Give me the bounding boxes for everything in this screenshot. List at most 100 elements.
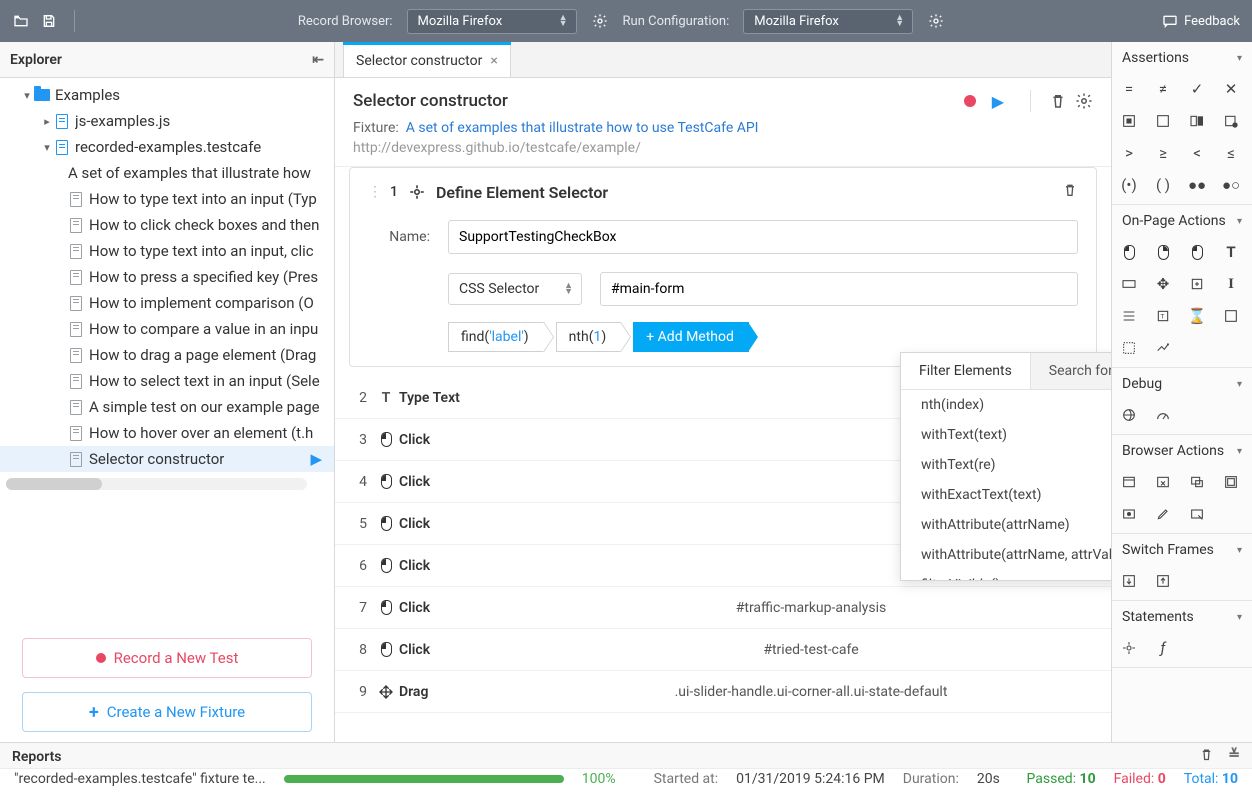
tree-test-item[interactable]: How to type text into an input (Typ xyxy=(0,186,334,212)
step-row[interactable]: 9Drag.ui-slider-handle.ui-corner-all.ui-… xyxy=(335,671,1111,713)
selector-type-select[interactable]: CSS Selector ▲▼ xyxy=(448,273,582,305)
action-dragto-icon[interactable] xyxy=(1186,273,1208,295)
panel-debug-head[interactable]: Debug▾ xyxy=(1112,368,1252,400)
record-browser-settings-icon[interactable] xyxy=(591,12,609,30)
dropdown-item[interactable]: withExactText(text) xyxy=(901,480,1112,510)
tree-folder-examples[interactable]: ▾ Examples xyxy=(0,82,334,108)
panel-browser-head[interactable]: Browser Actions▾ xyxy=(1112,435,1252,467)
delete-steps-icon[interactable] xyxy=(1049,92,1067,110)
action-rightclick-icon[interactable] xyxy=(1152,241,1174,263)
tree-file-js-examples[interactable]: ▸ js-examples.js xyxy=(0,108,334,134)
drag-handle-icon[interactable]: ⋮ xyxy=(368,184,380,200)
action-drag-icon[interactable]: ✥ xyxy=(1152,273,1174,295)
debug-screenshot-icon[interactable] xyxy=(1118,404,1140,426)
dropdown-item[interactable]: nth(index) xyxy=(901,390,1112,420)
assert-ok-icon[interactable]: ✓ xyxy=(1186,78,1208,100)
reports-clear-icon[interactable] xyxy=(1199,747,1214,766)
tree-test-item[interactable]: How to hover over an element (t.h xyxy=(0,420,334,446)
stmt-define-selector-icon[interactable] xyxy=(1118,637,1140,659)
action-upload-icon[interactable] xyxy=(1118,337,1140,359)
browser-clear-icon[interactable] xyxy=(1186,503,1208,525)
assert-gt-icon[interactable]: > xyxy=(1118,142,1140,164)
step-row[interactable]: 8Click#tried-test-cafe xyxy=(335,629,1111,671)
frame-main-icon[interactable] xyxy=(1152,570,1174,592)
feedback-button[interactable]: Feedback xyxy=(1162,13,1240,29)
assert-lte-icon[interactable]: ≤ xyxy=(1220,142,1242,164)
dropdown-tab-search-related[interactable]: Search for Related Elements xyxy=(1031,353,1112,389)
assert-gte-icon[interactable]: ≥ xyxy=(1152,142,1174,164)
step-row[interactable]: 7Click#traffic-markup-analysis xyxy=(335,587,1111,629)
tree-test-item[interactable]: How to press a specified key (Pres xyxy=(0,264,334,290)
collapse-panel-icon[interactable]: ⇤ xyxy=(312,52,324,68)
panel-assertions-head[interactable]: Assertions▾ xyxy=(1112,42,1252,74)
assert-not-contains-icon[interactable] xyxy=(1152,110,1174,132)
selector-value-input[interactable] xyxy=(600,272,1078,306)
assert-within-icon[interactable]: (•) xyxy=(1118,174,1140,196)
fixture-link[interactable]: A set of examples that illustrate how to… xyxy=(406,120,759,136)
action-wait-icon[interactable]: ⌛ xyxy=(1186,305,1208,327)
action-hover-icon[interactable] xyxy=(1220,305,1242,327)
delete-step-icon[interactable] xyxy=(1062,182,1078,202)
method-chip-nth[interactable]: nth(1) xyxy=(556,322,622,352)
assert-not-equals-icon[interactable]: ≠ xyxy=(1152,78,1174,100)
panel-statements-head[interactable]: Statements▾ xyxy=(1112,601,1252,633)
run-config-select[interactable]: Mozilla Firefox ▲▼ xyxy=(743,9,913,34)
browser-maximize-icon[interactable] xyxy=(1220,471,1242,493)
browser-close-icon[interactable] xyxy=(1152,471,1174,493)
record-test-icon[interactable] xyxy=(964,95,976,107)
save-icon[interactable] xyxy=(40,12,58,30)
panel-frames-head[interactable]: Switch Frames▾ xyxy=(1112,534,1252,566)
dropdown-tab-filter[interactable]: Filter Elements xyxy=(901,353,1031,389)
tree-test-item[interactable]: How to drag a page element (Drag xyxy=(0,342,334,368)
editor-settings-icon[interactable] xyxy=(1075,92,1093,110)
tree-file-recorded-examples[interactable]: ▾ recorded-examples.testcafe xyxy=(0,134,334,160)
reports-collapse-icon[interactable]: ≚ xyxy=(1228,747,1240,766)
browser-screenshot-icon[interactable] xyxy=(1118,503,1140,525)
dropdown-item[interactable]: withText(re) xyxy=(901,450,1112,480)
assert-not-ok-icon[interactable]: ✕ xyxy=(1220,78,1242,100)
action-presskey-icon[interactable] xyxy=(1118,273,1140,295)
record-browser-select[interactable]: Mozilla Firefox ▲▼ xyxy=(407,9,577,34)
browser-navigate-icon[interactable] xyxy=(1118,471,1140,493)
action-click-icon[interactable] xyxy=(1118,241,1140,263)
assert-contains-icon[interactable] xyxy=(1118,110,1140,132)
tree-scrollbar[interactable] xyxy=(6,478,307,490)
tree-test-item[interactable]: How to click check boxes and then xyxy=(0,212,334,238)
record-new-test-button[interactable]: Record a New Test xyxy=(22,638,312,678)
step-name-input[interactable] xyxy=(448,220,1078,254)
add-method-button[interactable]: + Add Method xyxy=(633,322,749,352)
run-config-settings-icon[interactable] xyxy=(927,12,945,30)
browser-edit-icon[interactable] xyxy=(1152,503,1174,525)
action-doubleclick-icon[interactable] xyxy=(1186,241,1208,263)
tree-test-item[interactable]: How to implement comparison (O xyxy=(0,290,334,316)
assert-lt-icon[interactable]: < xyxy=(1186,142,1208,164)
dropdown-item[interactable]: withAttribute(attrName, attrValue) xyxy=(901,540,1112,570)
tree-test-item[interactable]: How to compare a value in an inpu xyxy=(0,316,334,342)
assert-equals-icon[interactable]: = xyxy=(1118,78,1140,100)
assert-not-within-icon[interactable]: ( ) xyxy=(1152,174,1174,196)
assert-match-icon[interactable]: ●● xyxy=(1186,174,1208,196)
action-selecttextarea-icon[interactable] xyxy=(1118,305,1140,327)
assert-not-typeof-icon[interactable] xyxy=(1220,110,1242,132)
stmt-define-function-icon[interactable]: ƒ xyxy=(1152,637,1174,659)
browser-resize-icon[interactable] xyxy=(1186,471,1208,493)
debug-speed-icon[interactable] xyxy=(1152,404,1174,426)
method-chip-find[interactable]: find('label') xyxy=(448,322,544,352)
assert-typeof-icon[interactable] xyxy=(1186,110,1208,132)
dropdown-item[interactable]: withText(text) xyxy=(901,420,1112,450)
tree-test-item[interactable]: How to select text in an input (Sele xyxy=(0,368,334,394)
tab-selector-constructor[interactable]: Selector constructor × xyxy=(343,43,511,77)
create-new-fixture-button[interactable]: + Create a New Fixture xyxy=(22,692,312,732)
assert-not-match-icon[interactable]: ●○ xyxy=(1220,174,1242,196)
action-typetext-icon[interactable]: T xyxy=(1220,241,1242,263)
run-test-icon[interactable]: ▶ xyxy=(992,92,1004,111)
tab-close-icon[interactable]: × xyxy=(490,53,497,69)
dropdown-item[interactable]: withAttribute(attrName) xyxy=(901,510,1112,540)
action-selecttext-icon[interactable]: I xyxy=(1220,273,1242,295)
tree-fixture-desc[interactable]: A set of examples that illustrate how xyxy=(0,160,334,186)
action-selecteditable-icon[interactable]: T xyxy=(1152,305,1174,327)
action-clear-upload-icon[interactable] xyxy=(1152,337,1174,359)
tree-test-item[interactable]: A simple test on our example page xyxy=(0,394,334,420)
open-folder-icon[interactable] xyxy=(12,12,30,30)
dropdown-item[interactable]: filterVisible() xyxy=(901,570,1112,580)
